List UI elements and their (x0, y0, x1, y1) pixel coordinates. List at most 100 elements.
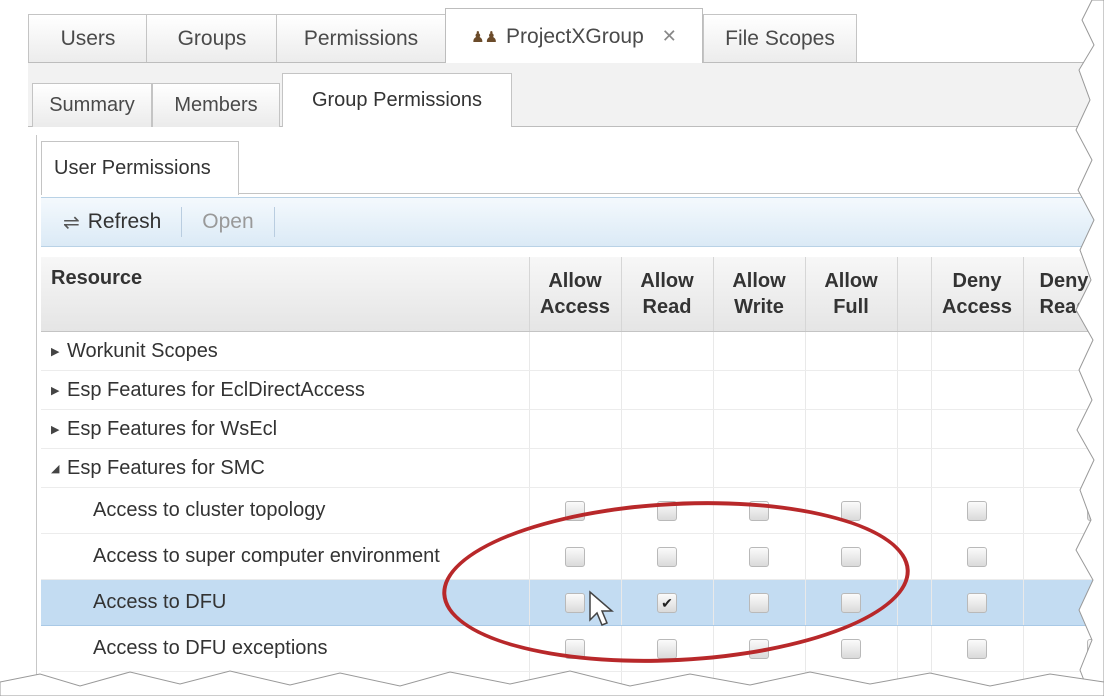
permissions-grid: Resource Allow Access Allow Read Allow W… (41, 257, 1104, 696)
col-header-spacer (897, 257, 932, 332)
deny-access-checkbox[interactable] (967, 546, 987, 567)
tab-groups[interactable]: Groups (146, 14, 278, 62)
deny-read-checkbox[interactable] (1087, 638, 1104, 659)
cell-allow-full (805, 625, 898, 672)
allow-write-checkbox[interactable] (749, 592, 769, 613)
group-row[interactable]: ▶ Esp Features for EclDirectAccess (41, 370, 1104, 410)
allow-write-checkbox[interactable] (749, 500, 769, 521)
refresh-button[interactable]: ⇌ Refresh (41, 205, 173, 239)
cell-allow-read (621, 487, 714, 534)
empty-cell (931, 331, 1024, 371)
tab-members[interactable]: Members (152, 83, 280, 127)
group-row[interactable]: ▶ Esp Features for WsEcl (41, 409, 1104, 449)
permission-row-label: Access to super computer environment (41, 533, 530, 580)
expand-arrow-icon[interactable]: ▶ (51, 384, 61, 397)
permission-row-label: Access to DFU workunits (41, 671, 530, 696)
empty-cell (529, 448, 622, 488)
tab-members-label: Members (174, 94, 258, 116)
allow-write-checkbox[interactable] (749, 638, 769, 659)
close-icon[interactable]: ✕ (662, 26, 677, 47)
allow-full-checkbox[interactable] (841, 684, 861, 696)
group-label: Esp Features for WsEcl (67, 417, 278, 440)
empty-cell (897, 331, 932, 371)
tab-users-label: Users (60, 26, 116, 50)
col-header-allow-access-label: Allow Access (539, 270, 611, 318)
allow-read-checkbox[interactable] (657, 638, 677, 659)
empty-cell (713, 370, 806, 410)
permission-row[interactable]: Access to super computer environment (41, 533, 1104, 580)
group-row-label: ◢ Esp Features for SMC (41, 448, 530, 488)
deny-access-checkbox[interactable] (967, 638, 987, 659)
allow-access-checkbox[interactable] (565, 546, 585, 567)
group-row[interactable]: ◢ Esp Features for SMC (41, 448, 1104, 488)
allow-read-checkbox[interactable] (657, 684, 677, 696)
allow-read-checkbox[interactable] (657, 500, 677, 521)
deny-read-checkbox[interactable] (1087, 684, 1104, 696)
grid-header-row: Resource Allow Access Allow Read Allow W… (41, 257, 1104, 332)
cell-deny-read (1023, 671, 1104, 696)
tab-permissions[interactable]: Permissions (276, 14, 446, 62)
cell-deny-access (931, 625, 1024, 672)
toolbar-separator (181, 207, 183, 237)
allow-access-checkbox[interactable] (565, 500, 585, 521)
permission-row[interactable]: Access to DFU exceptions (41, 625, 1104, 672)
deny-read-checkbox[interactable] (1087, 592, 1104, 613)
permission-row[interactable]: Access to cluster topology (41, 487, 1104, 534)
cell-deny-access (931, 487, 1024, 534)
deny-read-checkbox[interactable] (1087, 500, 1104, 521)
deny-access-checkbox[interactable] (967, 592, 987, 613)
tab-users[interactable]: Users (28, 14, 148, 62)
allow-access-checkbox[interactable] (565, 592, 585, 613)
expand-arrow-icon[interactable]: ▶ (51, 345, 61, 358)
deny-read-checkbox[interactable] (1087, 546, 1104, 567)
allow-write-checkbox[interactable] (749, 684, 769, 696)
allow-read-checkbox[interactable] (657, 546, 677, 567)
tab-projectxgroup[interactable]: ♟♟ ProjectXGroup ✕ (445, 8, 703, 64)
permission-row[interactable]: Access to DFU workunits (41, 671, 1104, 696)
cell-allow-read (621, 533, 714, 580)
cell-allow-access (529, 671, 622, 696)
deny-access-checkbox[interactable] (967, 500, 987, 521)
permissions-table: Resource Allow Access Allow Read Allow W… (41, 257, 1104, 696)
allow-full-checkbox[interactable] (841, 546, 861, 567)
toolbar-separator (273, 207, 275, 237)
empty-cell (713, 331, 806, 371)
expand-arrow-icon[interactable]: ▶ (51, 423, 61, 436)
col-header-resource[interactable]: Resource (41, 257, 530, 332)
col-header-deny-access[interactable]: Deny Access (931, 257, 1024, 332)
col-header-allow-write[interactable]: Allow Write (713, 257, 806, 332)
permission-row[interactable]: Access to DFU ✔ (41, 579, 1104, 626)
col-header-allow-access[interactable]: Allow Access (529, 257, 622, 332)
tab-summary[interactable]: Summary (32, 83, 152, 127)
tab-file-scopes-label: File Scopes (725, 26, 835, 50)
empty-cell (1023, 331, 1104, 371)
col-header-deny-read[interactable]: Deny Read (1023, 257, 1104, 332)
allow-access-checkbox[interactable] (565, 638, 585, 659)
permission-row-label: Access to DFU exceptions (41, 625, 530, 672)
allow-read-checkbox[interactable]: ✔ (657, 592, 677, 613)
group-icon: ♟♟ (471, 28, 499, 46)
expanded-arrow-icon[interactable]: ◢ (51, 462, 61, 475)
col-header-deny-read-label: Deny Read (1039, 270, 1089, 318)
deny-access-checkbox[interactable] (967, 684, 987, 696)
empty-cell (1023, 409, 1104, 449)
tab-file-scopes[interactable]: File Scopes (703, 14, 857, 62)
cell-allow-full (805, 487, 898, 534)
open-button[interactable]: Open (190, 205, 265, 239)
col-header-allow-full[interactable]: Allow Full (805, 257, 898, 332)
allow-write-checkbox[interactable] (749, 546, 769, 567)
tab-group-permissions[interactable]: Group Permissions (282, 73, 512, 127)
permissions-container: User Permissions ⇌ Refresh Open Resource… (36, 135, 1104, 696)
group-row[interactable]: ▶ Workunit Scopes (41, 331, 1104, 371)
empty-cell (621, 370, 714, 410)
tab-user-permissions[interactable]: User Permissions (41, 141, 239, 195)
col-header-allow-read[interactable]: Allow Read (621, 257, 714, 332)
tab-summary-label: Summary (49, 94, 135, 116)
empty-cell (621, 331, 714, 371)
allow-full-checkbox[interactable] (841, 500, 861, 521)
allow-full-checkbox[interactable] (841, 638, 861, 659)
allow-full-checkbox[interactable] (841, 592, 861, 613)
allow-access-checkbox[interactable] (565, 684, 585, 696)
refresh-icon: ⇌ (63, 211, 80, 234)
spacer-cell (897, 671, 932, 696)
